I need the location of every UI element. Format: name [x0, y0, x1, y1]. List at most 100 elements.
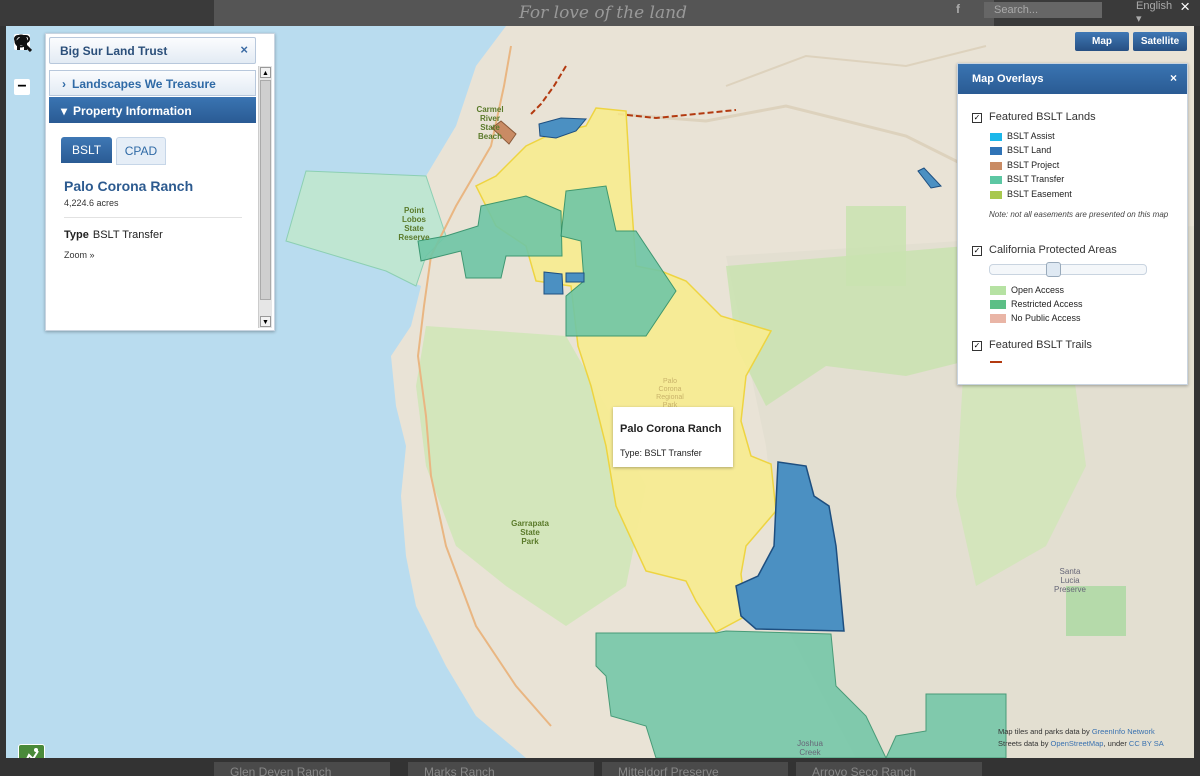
- site-tagline: For love of the land: [519, 3, 687, 23]
- link-icon[interactable]: [14, 35, 30, 142]
- lightbox-close-icon[interactable]: ×: [1180, 0, 1190, 17]
- panel-title: Big Sur Land Trust: [60, 44, 168, 58]
- panel-scrollbar[interactable]: ▲ ▼: [258, 66, 272, 328]
- scroll-up-icon[interactable]: ▲: [260, 67, 271, 78]
- legend-item: Open Access: [990, 285, 1064, 296]
- overlays-header: Map Overlays ×: [958, 64, 1187, 94]
- map-label-garrapata: Park: [521, 537, 539, 546]
- road: [725, 45, 987, 87]
- tab-bslt[interactable]: BSLT: [61, 137, 112, 163]
- bslt-logo-icon[interactable]: [18, 744, 45, 758]
- popup-title: Palo Corona Ranch: [620, 423, 722, 435]
- protected-areas-checkbox[interactable]: ✓: [972, 246, 982, 256]
- attribution-text: , under: [1103, 739, 1129, 748]
- property-type-value: BSLT Transfer: [92, 229, 163, 241]
- map-label-point-lobos: Lobos: [402, 215, 427, 224]
- legend-item: BSLT Easement: [990, 189, 1072, 199]
- accordion-property-information[interactable]: ▾ Property Information: [49, 97, 256, 123]
- legend-label: BSLT Easement: [1007, 189, 1072, 199]
- legend-label: BSLT Transfer: [1007, 174, 1065, 184]
- legend-item: BSLT Project: [990, 160, 1059, 170]
- map-label-garrapata: State: [520, 528, 540, 537]
- background-header: For love of the land f Search... English…: [0, 0, 1200, 26]
- property-type-label: Type: [64, 229, 89, 241]
- protected-areas-label: California Protected Areas: [989, 244, 1117, 256]
- bslt-land-parcel: [917, 167, 942, 189]
- map-label-santa-lucia: Lucia: [1060, 576, 1080, 585]
- map-label-palo-corona: Corona: [659, 386, 682, 393]
- map-attribution: Map tiles and parks data by GreenInfo Ne…: [998, 726, 1164, 750]
- map-label-palo-corona: Regional: [656, 394, 684, 401]
- scroll-down-icon[interactable]: ▼: [260, 316, 271, 327]
- background-tile: Glen Deven Ranch: [214, 762, 390, 776]
- trails-checkbox[interactable]: ✓: [972, 341, 982, 351]
- map-label-point-lobos: Point: [404, 206, 424, 215]
- divider: [64, 217, 242, 218]
- map-label-point-lobos: State: [404, 224, 424, 233]
- bslt-land-parcel: [565, 272, 585, 283]
- open-access-area: [846, 206, 906, 286]
- zoom-out-button[interactable]: −: [14, 79, 30, 95]
- map-overlays-panel: Map Overlays × ✓ Featured BSLT Lands BSL…: [957, 63, 1188, 385]
- map-label-carmel-river: Carmel: [476, 105, 503, 114]
- zoom-controls: + −: [14, 34, 32, 147]
- property-type: Type BSLT Transfer: [64, 229, 163, 241]
- map-label-garrapata: Garrapata: [511, 519, 549, 528]
- scrollbar-thumb[interactable]: [260, 80, 271, 300]
- legend-item: BSLT Land: [990, 145, 1051, 155]
- featured-lands-checkbox[interactable]: ✓: [972, 113, 982, 123]
- bslt-land-parcel: [543, 271, 564, 295]
- background-site-bar: For love of the land f Search... English…: [214, 0, 1172, 26]
- map-label-carmel-river: State: [480, 123, 500, 132]
- zoom-link[interactable]: Zoom »: [64, 250, 95, 260]
- facebook-icon: f: [956, 2, 960, 16]
- map-view-button[interactable]: Map: [1075, 32, 1129, 51]
- opacity-slider[interactable]: [989, 262, 1147, 277]
- map-label-carmel-river: Beach: [478, 132, 502, 141]
- site-search-input: Search...: [984, 2, 1102, 18]
- background-footer: Glen Deven Ranch Marks Ranch Mitteldorf …: [0, 758, 1200, 776]
- background-tile: Mitteldorf Preserve: [602, 762, 788, 776]
- home-icon[interactable]: [14, 35, 30, 74]
- map-label-point-lobos: Reserve: [398, 233, 430, 242]
- trails-label: Featured BSLT Trails: [989, 339, 1092, 351]
- overlays-close-icon[interactable]: ×: [1170, 71, 1177, 85]
- accordion-landscapes[interactable]: › Landscapes We Treasure: [49, 70, 256, 96]
- background-tile: Arroyo Seco Ranch: [796, 762, 982, 776]
- legend-item: Restricted Access: [990, 299, 1083, 310]
- slider-handle[interactable]: [1046, 262, 1061, 277]
- legend-item: BSLT Transfer: [990, 174, 1064, 184]
- property-name: Palo Corona Ranch: [64, 178, 194, 194]
- trail-legend-swatch: [990, 361, 1002, 365]
- attribution-text: Streets data by: [998, 739, 1051, 748]
- zoom-to-area-icon[interactable]: [14, 34, 32, 119]
- legend-label: BSLT Assist: [1007, 131, 1055, 141]
- map-label-joshua-creek: Joshua: [797, 739, 823, 748]
- legend-item: BSLT Assist: [990, 131, 1055, 141]
- attribution-link[interactable]: CC BY SA: [1129, 739, 1164, 748]
- overlays-title: Map Overlays: [972, 73, 1044, 85]
- chevron-down-icon: ▾: [61, 104, 68, 118]
- language-select: English ▾: [1136, 0, 1173, 25]
- attribution-link[interactable]: GreenInfo Network: [1092, 727, 1155, 736]
- map-label-joshua-creek: Creek: [799, 748, 821, 757]
- panel-close-icon[interactable]: ×: [240, 42, 248, 57]
- easement-note: Note: not all easements are presented on…: [989, 210, 1169, 219]
- panel-header: Big Sur Land Trust ×: [49, 37, 256, 64]
- attribution-text: Map tiles and parks data by: [998, 727, 1092, 736]
- satellite-view-button[interactable]: Satellite: [1133, 32, 1187, 51]
- popup-subtitle: Type: BSLT Transfer: [620, 448, 702, 458]
- map-label-santa-lucia: Preserve: [1054, 585, 1087, 594]
- map-popup: Palo Corona Ranch Type: BSLT Transfer: [613, 407, 733, 467]
- map-label-palo-corona: Palo: [663, 378, 677, 385]
- accordion-label: ▾ Property Information: [61, 104, 192, 118]
- property-acres: 4,224.6 acres: [64, 198, 119, 208]
- accordion-text: Property Information: [73, 104, 192, 118]
- legend-label: No Public Access: [1011, 313, 1081, 323]
- attribution-link[interactable]: OpenStreetMap: [1051, 739, 1104, 748]
- chevron-right-icon: ›: [62, 77, 66, 91]
- legend-label: BSLT Land: [1007, 145, 1052, 155]
- tab-cpad[interactable]: CPAD: [116, 137, 166, 165]
- map-label-carmel-river: River: [480, 114, 500, 123]
- trail: [530, 65, 567, 115]
